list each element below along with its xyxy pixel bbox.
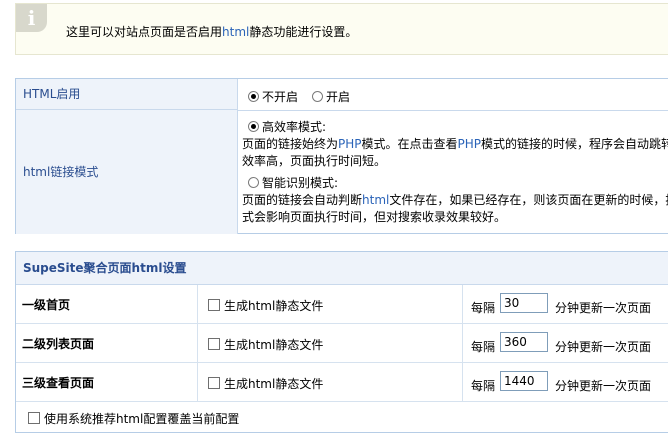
update-interval: 每隔 分钟更新一次页面 — [462, 363, 668, 401]
html-enable-option-off[interactable]: 不开启 — [248, 88, 298, 105]
row-name: 二级列表页面 — [22, 337, 95, 351]
html-enable-label: HTML启用 — [16, 79, 238, 110]
supesite-html-table: SupeSite聚合页面html设置 一级首页 生成html静态文件 每隔 分钟… — [15, 251, 668, 433]
mode-smart-desc-line2: 式会影响页面执行时间，但对搜索收录效果较好。 — [242, 210, 507, 224]
row-name: 一级首页 — [22, 298, 71, 312]
mode-option-smart[interactable]: 智能识别模式: — [248, 174, 338, 191]
html-link-mode-label: html链接模式 — [16, 110, 238, 234]
row-name: 三级查看页面 — [22, 376, 95, 390]
mode-efficient-desc-line1: 页面的链接始终为PHP模式。在点击查看PHP模式的链接的时候，程序会自动跳转 — [242, 137, 668, 151]
radio-icon[interactable] — [248, 177, 259, 188]
checkbox-icon[interactable] — [28, 412, 40, 424]
info-icon: i — [16, 4, 47, 32]
radio-icon[interactable] — [312, 91, 323, 102]
interval-input[interactable] — [500, 293, 548, 313]
radio-selected-icon[interactable] — [248, 91, 259, 102]
radio-selected-icon[interactable] — [248, 121, 259, 132]
use-recommended-config-checkbox[interactable]: 使用系统推荐html配置覆盖当前配置 — [28, 410, 239, 427]
info-text: 这里可以对站点页面是否启用html静态功能进行设置。 — [66, 25, 358, 39]
table-row: 三级查看页面 生成html静态文件 每隔 分钟更新一次页面 — [16, 363, 668, 402]
table-row: 二级列表页面 生成html静态文件 每隔 分钟更新一次页面 — [16, 324, 668, 363]
mode-smart-desc-line1: 页面的链接会自动判断html文件存在，如果已经存在，则该页面在更新的时候，按 — [242, 193, 668, 207]
interval-input[interactable] — [500, 371, 548, 391]
table-row: 一级首页 生成html静态文件 每隔 分钟更新一次页面 — [16, 285, 668, 324]
checkbox-icon[interactable] — [208, 299, 220, 311]
generate-html-checkbox[interactable]: 生成html静态文件 — [197, 324, 323, 362]
info-box: i 这里可以对站点页面是否启用html静态功能进行设置。 — [15, 3, 668, 55]
update-interval: 每隔 分钟更新一次页面 — [462, 285, 668, 323]
generate-html-checkbox[interactable]: 生成html静态文件 — [197, 363, 323, 401]
supesite-table-header: SupeSite聚合页面html设置 — [16, 252, 668, 285]
checkbox-icon[interactable] — [208, 377, 220, 389]
interval-input[interactable] — [500, 332, 548, 352]
generate-html-checkbox[interactable]: 生成html静态文件 — [197, 285, 323, 323]
html-link-mode-options: 高效率模式: 页面的链接始终为PHP模式。在点击查看PHP模式的链接的时候，程序… — [238, 110, 668, 234]
html-enable-options: 不开启 开启 — [238, 79, 668, 111]
mode-option-efficient[interactable]: 高效率模式: — [248, 118, 326, 135]
html-enable-option-on[interactable]: 开启 — [312, 88, 350, 105]
update-interval: 每隔 分钟更新一次页面 — [462, 324, 668, 362]
checkbox-icon[interactable] — [208, 338, 220, 350]
html-settings-table: HTML启用 不开启 开启 html链接模式 高效率模式: 页面的链接始终为PH… — [15, 78, 668, 234]
mode-efficient-desc-line2: 效率高，页面执行时间短。 — [242, 154, 387, 168]
